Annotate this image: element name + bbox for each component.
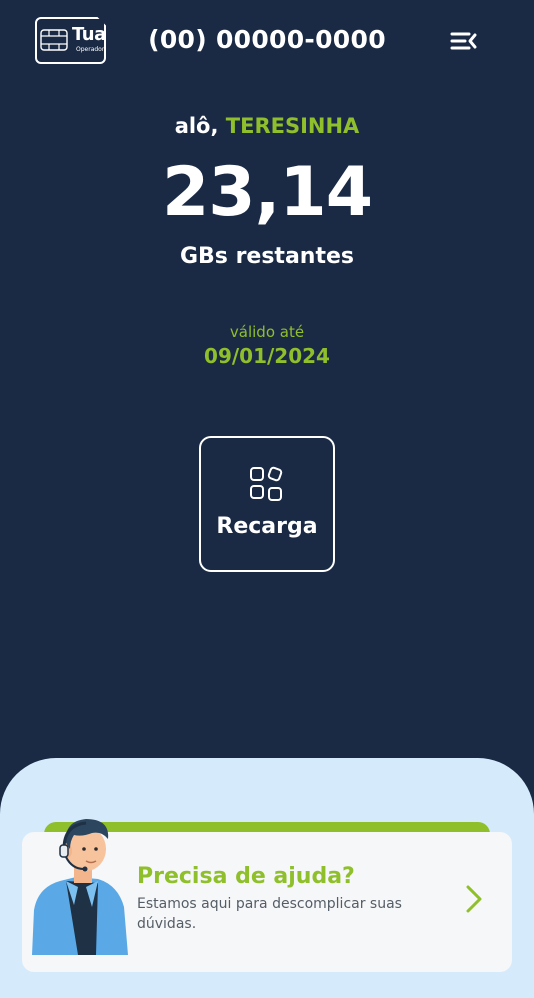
help-title: Precisa de ajuda? — [137, 864, 355, 889]
recharge-label: Recarga — [216, 514, 318, 539]
greeting: alô, TERESINHA — [0, 114, 534, 138]
chevron-right-icon[interactable] — [464, 884, 484, 914]
help-description: Estamos aqui para descomplicar suas dúvi… — [137, 896, 402, 932]
data-remaining-label: GBs restantes — [179, 244, 354, 269]
validity-label: válido até — [229, 323, 305, 341]
support-agent-illustration — [32, 819, 128, 955]
recharge-button[interactable]: Recarga — [199, 436, 335, 572]
menu-collapse-icon[interactable] — [450, 31, 478, 51]
header: Tua Operadora (00) 00000-0000 — [0, 0, 534, 82]
greeting-prefix: alô, — [174, 114, 219, 138]
data-remaining-value: 23,14 — [161, 153, 373, 232]
validity-date: 09/01/2024 — [204, 344, 330, 368]
apps-grid-icon — [250, 466, 283, 501]
user-name: TERESINHA — [225, 114, 360, 138]
